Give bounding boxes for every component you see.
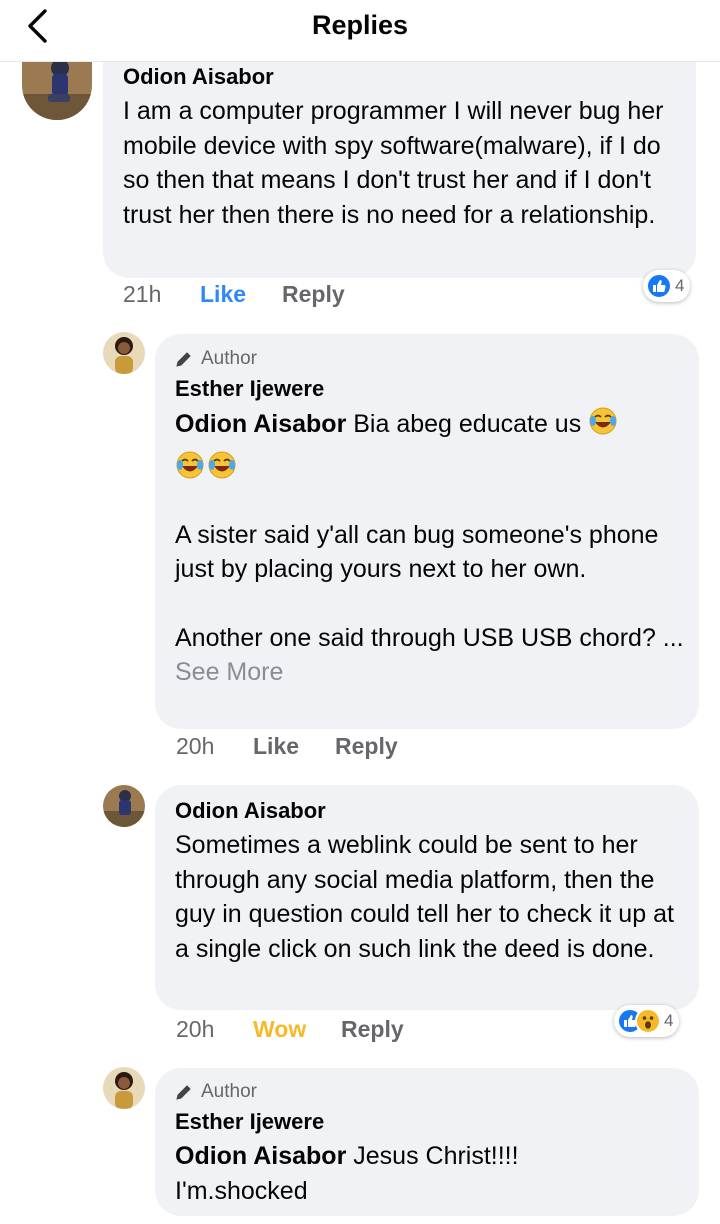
comment-text-line: Another one said through USB USB chord? … (175, 623, 684, 652)
like-icon (646, 273, 672, 299)
commenter-name[interactable]: Esther Ijewere (175, 1107, 685, 1137)
reply-button[interactable]: Reply (282, 281, 345, 308)
author-badge: Author (175, 1081, 685, 1103)
comment-text-line: Jesus Christ!!!! (346, 1142, 519, 1170)
timestamp[interactable]: 21h (123, 281, 200, 308)
commenter-name[interactable]: Odion Aisabor (123, 62, 683, 92)
wow-reaction-button[interactable]: Wow (253, 1016, 341, 1043)
laughing-tears-icon (207, 450, 237, 484)
pencil-icon (176, 1085, 191, 1100)
like-button[interactable]: Like (253, 733, 335, 760)
comment-text-line: I'm.shocked (175, 1176, 308, 1205)
avatar[interactable] (103, 1067, 145, 1109)
avatar[interactable] (103, 785, 145, 827)
comment-actions: 21h Like Reply (123, 281, 345, 308)
comment-bubble: Odion Aisabor Sometimes a weblink could … (155, 785, 699, 1010)
commenter-name[interactable]: Odion Aisabor (175, 796, 685, 826)
mention-link[interactable]: Odion Aisabor (175, 1142, 346, 1170)
page-title: Replies (311, 10, 409, 40)
comment-bubble: Odion Aisabor I am a computer programmer… (103, 40, 696, 278)
reaction-summary[interactable]: 4 (643, 270, 691, 302)
comment-text: I am a computer programmer I will never … (123, 97, 664, 229)
comment-text-line: Bia abeg educate us (346, 410, 582, 438)
comment-text: Odion Aisabor Bia abeg educate us (175, 406, 685, 446)
reaction-count: 4 (675, 276, 685, 295)
author-label: Author (201, 1081, 257, 1102)
wow-icon (635, 1008, 661, 1034)
comment-text-paragraph: Another one said through USB USB chord? … (175, 621, 685, 690)
comment-bubble: Author Esther Ijewere Odion Aisabor Bia … (155, 334, 699, 729)
comment-actions: 20h Wow Reply (176, 1016, 404, 1043)
laughing-tears-icon (175, 450, 205, 484)
reaction-count: 4 (664, 1011, 674, 1030)
timestamp[interactable]: 20h (176, 1016, 253, 1043)
comment-bubble: Author Esther Ijewere Odion Aisabor Jesu… (155, 1068, 699, 1216)
author-label: Author (201, 348, 257, 369)
top-bar: Replies (0, 0, 720, 62)
avatar-photo-icon (103, 1067, 145, 1109)
timestamp[interactable]: 20h (176, 733, 253, 760)
pencil-icon (176, 352, 191, 367)
avatar-photo-icon (22, 58, 92, 120)
avatar[interactable] (22, 58, 92, 120)
reply-button[interactable]: Reply (335, 733, 398, 760)
comment-text: Sometimes a weblink could be sent to her… (175, 831, 674, 963)
reaction-summary[interactable]: 4 (614, 1005, 680, 1037)
avatar-photo-icon (103, 785, 145, 827)
mention-link[interactable]: Odion Aisabor (175, 410, 346, 438)
laughing-tears-icon (588, 406, 618, 446)
reply-button[interactable]: Reply (341, 1016, 404, 1043)
emoji-row (175, 450, 685, 484)
author-badge: Author (175, 348, 685, 370)
comment-actions: 20h Like Reply (176, 733, 398, 760)
like-button[interactable]: Like (200, 281, 282, 308)
avatar-photo-icon (103, 332, 145, 374)
avatar[interactable] (103, 332, 145, 374)
see-more-link[interactable]: See More (175, 658, 283, 686)
comment-text-paragraph: A sister said y'all can bug someone's ph… (175, 520, 659, 584)
comment-text: Odion Aisabor Jesus Christ!!!! (175, 1139, 685, 1174)
commenter-name[interactable]: Esther Ijewere (175, 374, 685, 404)
